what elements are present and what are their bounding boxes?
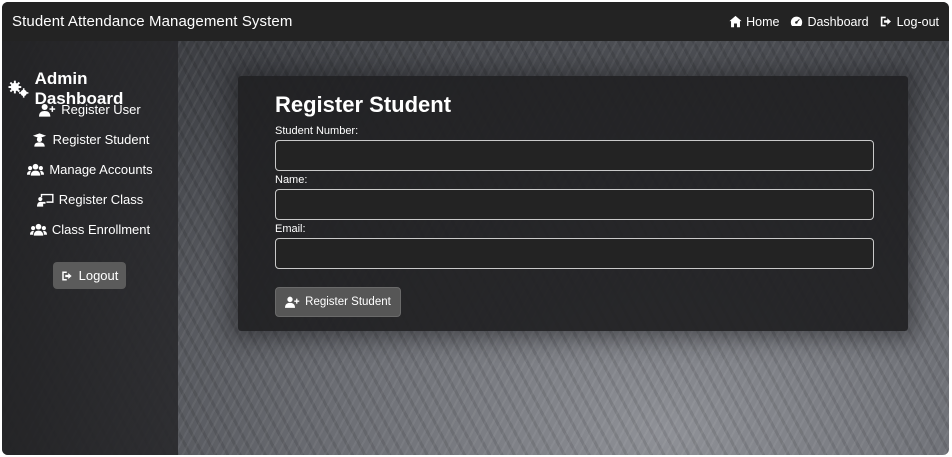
users-icon (27, 163, 45, 176)
user-plus-icon (39, 103, 56, 117)
email-input[interactable] (275, 238, 874, 269)
logout-button-label: Logout (78, 268, 119, 283)
page-title: Register Student (275, 92, 452, 117)
users-icon (29, 223, 47, 236)
sidebar-item-label: Register Class (58, 192, 144, 207)
nav-logout-link[interactable]: Log-out (880, 15, 939, 29)
register-student-button[interactable]: Register Student (275, 287, 401, 317)
nav-logout-label: Log-out (896, 14, 939, 29)
chalkboard-icon (36, 193, 54, 207)
logout-icon (880, 16, 891, 27)
home-icon (729, 15, 742, 28)
name-input[interactable] (275, 189, 874, 220)
gears-icon (8, 80, 29, 98)
sidebar-item-label: Manage Accounts (49, 162, 153, 177)
nav-dashboard-label: Dashboard (807, 14, 869, 29)
email-label: Email: (275, 223, 306, 235)
logout-icon (61, 271, 72, 280)
nav-home-label: Home (746, 14, 780, 29)
register-student-card: Register Student Student Number: Name: E… (238, 76, 908, 331)
sidebar-item-label: Register User (61, 102, 141, 117)
sidebar-item-label: Class Enrollment (51, 222, 151, 237)
sidebar-item-register-class[interactable]: Register Class (2, 192, 178, 207)
sidebar: Admin Dashboard Register User Register S… (2, 41, 178, 455)
sidebar-item-manage-accounts[interactable]: Manage Accounts (2, 162, 178, 177)
name-label: Name: (275, 174, 308, 186)
brand-title[interactable]: Student Attendance Management System (12, 13, 292, 30)
app-window: Student Attendance Management System Hom… (2, 2, 949, 455)
gauge-icon (791, 16, 803, 26)
nav-links: Home Dashboard Log-out (729, 15, 939, 29)
nav-dashboard-link[interactable]: Dashboard (790, 14, 869, 29)
sidebar-item-label: Register Student (52, 132, 150, 147)
logout-button[interactable]: Logout (53, 262, 126, 289)
nav-home-link[interactable]: Home (729, 15, 779, 29)
student-number-label: Student Number: (275, 125, 359, 137)
sidebar-item-register-user[interactable]: Register User (2, 102, 178, 117)
graduate-icon (32, 132, 46, 147)
top-navbar: Student Attendance Management System Hom… (2, 2, 949, 41)
student-number-input[interactable] (275, 140, 874, 171)
sidebar-item-register-student[interactable]: Register Student (2, 132, 178, 147)
user-plus-icon (285, 296, 300, 308)
sidebar-item-class-enrollment[interactable]: Class Enrollment (2, 222, 178, 237)
register-student-button-label: Register Student (305, 296, 391, 308)
